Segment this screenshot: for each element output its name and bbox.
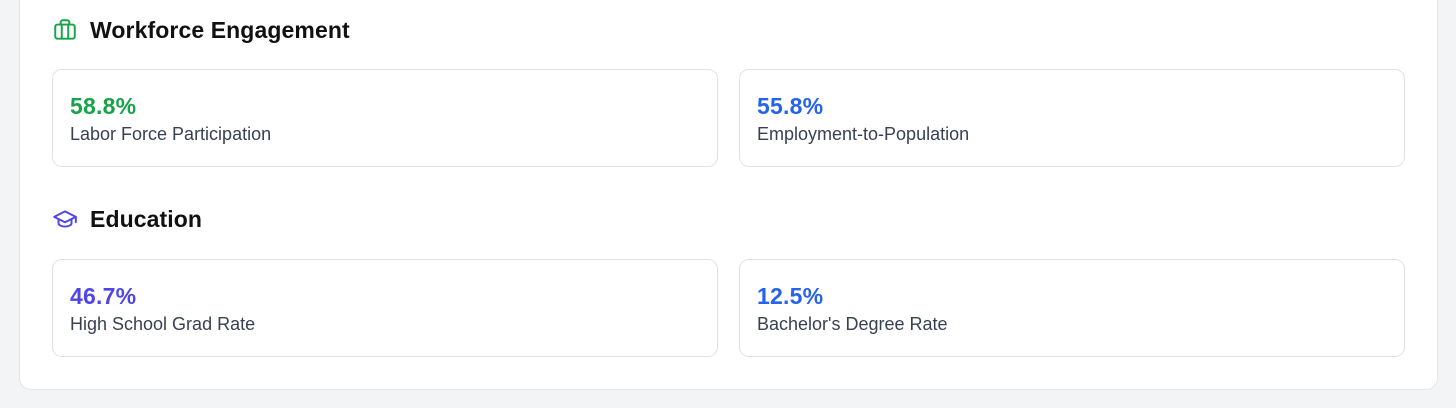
high-school-grad-rate-label: High School Grad Rate	[70, 314, 256, 334]
labor-force-participation-card: 58.8% Labor Force Participation	[52, 69, 718, 167]
education-section-header: Education	[52, 203, 202, 235]
graduation-cap-icon	[52, 206, 78, 232]
labor-force-participation-label: Labor Force Participation	[70, 124, 272, 144]
bachelors-degree-rate-label: Bachelor's Degree Rate	[757, 314, 948, 334]
bachelors-degree-rate-card: 12.5% Bachelor's Degree Rate	[739, 259, 1405, 357]
briefcase-icon	[52, 17, 78, 43]
high-school-grad-rate-card: 46.7% High School Grad Rate	[52, 259, 718, 357]
workforce-section-header: Workforce Engagement	[52, 14, 350, 46]
education-section-title: Education	[90, 205, 203, 232]
labor-force-participation-value: 58.8%	[70, 93, 137, 119]
workforce-section-title: Workforce Engagement	[90, 16, 350, 43]
employment-to-population-value: 55.8%	[757, 93, 824, 119]
employment-to-population-label: Employment-to-Population	[757, 124, 970, 144]
employment-to-population-card: 55.8% Employment-to-Population	[739, 69, 1405, 167]
bachelors-degree-rate-value: 12.5%	[757, 283, 824, 309]
high-school-grad-rate-value: 46.7%	[70, 283, 137, 309]
